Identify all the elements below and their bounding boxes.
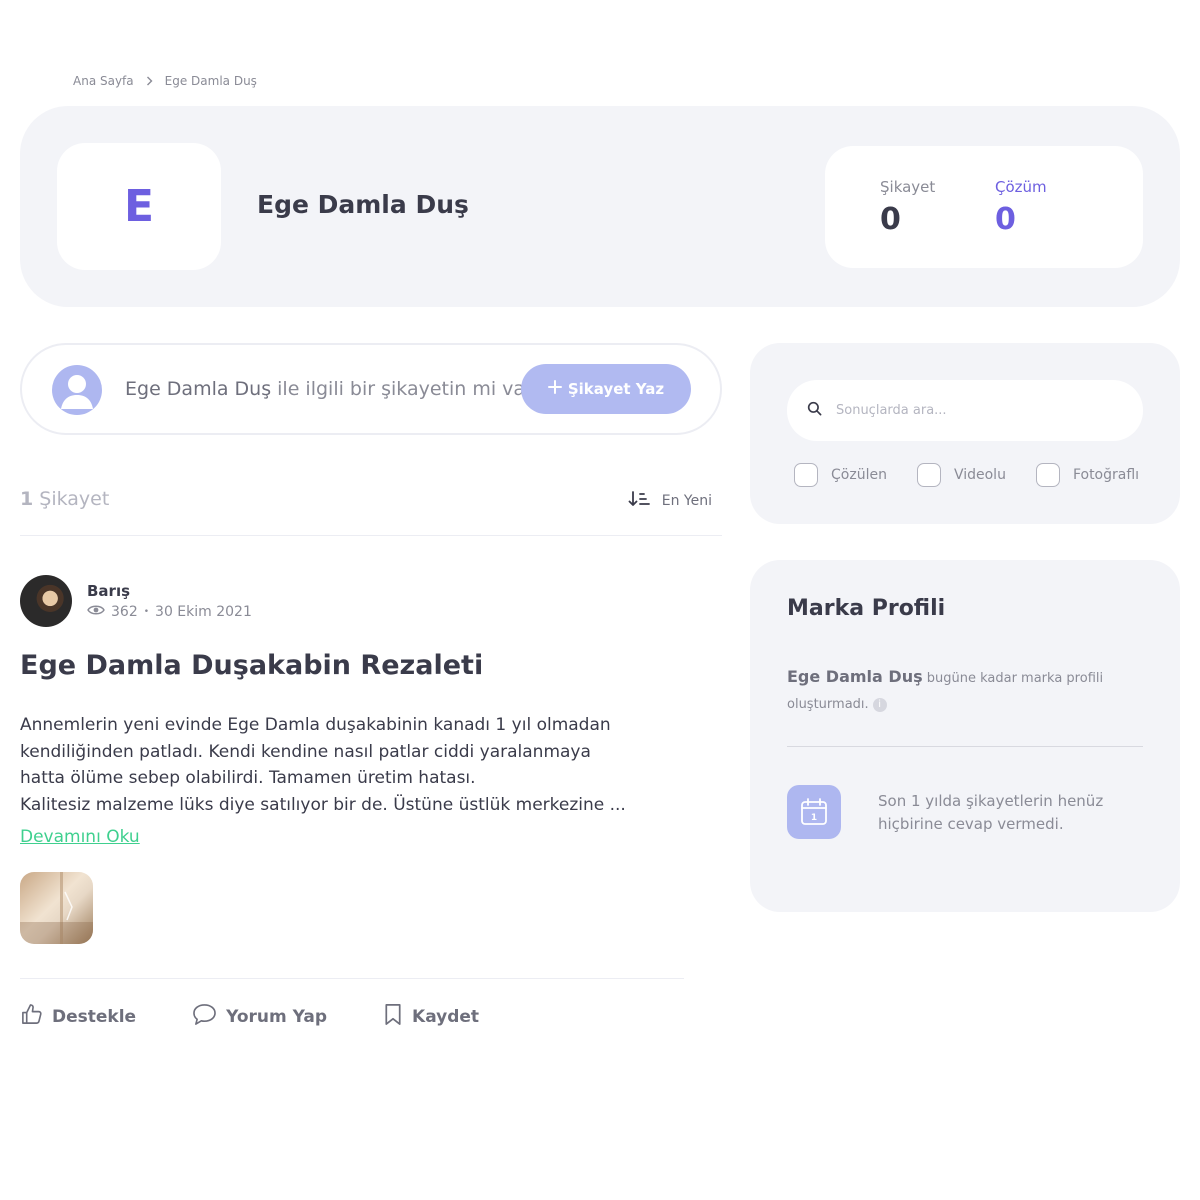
brand-logo: E bbox=[57, 143, 221, 270]
complaint-count: 1 Şikayet bbox=[20, 488, 109, 510]
view-count: 362 bbox=[111, 604, 138, 620]
breadcrumb-current: Ege Damla Duş bbox=[164, 74, 257, 88]
comment-button[interactable]: Yorum Yap bbox=[192, 1003, 327, 1031]
brand-profile-card: Marka Profili Ege Damla Duş bugüne kadar… bbox=[750, 560, 1180, 912]
breadcrumb-home-link[interactable]: Ana Sayfa bbox=[73, 74, 134, 88]
plus-icon bbox=[547, 380, 562, 398]
author-avatar[interactable] bbox=[20, 575, 72, 627]
solution-stat-value: 0 bbox=[995, 202, 1016, 237]
complaint-count-label: Şikayet bbox=[33, 488, 110, 510]
complaint-stat[interactable]: Şikayet 0 bbox=[880, 178, 935, 237]
calendar-icon: 1 bbox=[787, 785, 841, 839]
brand-profile-title: Marka Profili bbox=[787, 596, 946, 621]
comment-icon bbox=[192, 1003, 217, 1031]
filter-resolved-checkbox[interactable] bbox=[794, 463, 818, 487]
post-author: Barış 362 • 30 Ekim 2021 bbox=[20, 575, 252, 627]
eye-icon bbox=[87, 604, 105, 620]
post-body-line: Annemlerin yeni evinde Ege Damla duşakab… bbox=[20, 715, 611, 735]
write-complaint-brand: Ege Damla Duş bbox=[125, 378, 272, 400]
complaint-list-header: 1 Şikayet En Yeni bbox=[20, 488, 722, 536]
complaint-stat-value: 0 bbox=[880, 202, 901, 237]
solution-stat-label: Çözüm bbox=[995, 178, 1047, 196]
complaint-count-number: 1 bbox=[20, 488, 34, 510]
post-meta: 362 • 30 Ekim 2021 bbox=[87, 604, 252, 620]
brand-header: E Ege Damla Duş Şikayet 0 Çözüm 0 bbox=[20, 106, 1180, 307]
filter-group: Çözülen Videolu Fotoğraflı bbox=[794, 463, 1139, 487]
info-icon[interactable]: i bbox=[872, 697, 887, 712]
save-button[interactable]: Kaydet bbox=[383, 1003, 479, 1031]
brand-profile-note: Ege Damla Duş bugüne kadar marka profili… bbox=[787, 664, 1117, 718]
post-divider bbox=[20, 978, 684, 979]
brand-profile-brand: Ege Damla Duş bbox=[787, 667, 923, 686]
author-name[interactable]: Barış bbox=[87, 582, 252, 600]
read-more-link[interactable]: Devamını Oku bbox=[20, 827, 140, 847]
filter-photo[interactable]: Fotoğraflı bbox=[1035, 463, 1140, 487]
filter-video-label: Videolu bbox=[953, 467, 1006, 483]
solution-stat[interactable]: Çözüm 0 bbox=[995, 178, 1047, 237]
sort-label: En Yeni bbox=[661, 493, 712, 509]
thumbs-up-icon bbox=[20, 1003, 43, 1031]
filter-resolved-label: Çözülen bbox=[831, 467, 887, 483]
author-meta: Barış 362 • 30 Ekim 2021 bbox=[87, 582, 252, 620]
filter-photo-checkbox[interactable] bbox=[1035, 463, 1060, 487]
post-date: 30 Ekim 2021 bbox=[155, 604, 252, 620]
write-complaint-question: ile ilgili bir şikayetin mi var? bbox=[271, 378, 543, 400]
filter-video[interactable]: Videolu bbox=[916, 463, 1006, 487]
filter-video-checkbox[interactable] bbox=[916, 463, 941, 487]
post-body: Annemlerin yeni evinde Ege Damla duşakab… bbox=[20, 712, 640, 818]
post-title[interactable]: Ege Damla Duşakabin Rezaleti bbox=[20, 650, 483, 681]
breadcrumb: Ana Sayfa Ege Damla Duş bbox=[73, 74, 257, 88]
sort-icon bbox=[628, 490, 650, 512]
post-body-line: Kalitesiz malzeme lüks diye satılıyor bi… bbox=[20, 794, 626, 815]
write-complaint-button[interactable]: Şikayet Yaz bbox=[521, 364, 691, 414]
meta-separator: • bbox=[143, 607, 150, 617]
save-button-label: Kaydet bbox=[412, 1007, 480, 1027]
support-button[interactable]: Destekle bbox=[20, 1003, 136, 1031]
complaint-stat-label: Şikayet bbox=[880, 178, 936, 196]
support-button-label: Destekle bbox=[52, 1007, 137, 1027]
brand-stats: Şikayet 0 Çözüm 0 bbox=[825, 146, 1143, 268]
search-input[interactable] bbox=[836, 403, 1116, 418]
post-body-line: hatta ölüme sebep olabilirdi. Tamamen ür… bbox=[20, 768, 476, 788]
filter-resolved[interactable]: Çözülen bbox=[794, 463, 887, 487]
post-actions: Destekle Yorum Yap Kaydet bbox=[20, 1003, 535, 1031]
write-complaint-prompt: Ege Damla Duş ile ilgili bir şikayetin m… bbox=[125, 378, 543, 400]
post-body-line: kendiliğinden patladı. Kendi kendine nas… bbox=[20, 741, 591, 762]
filter-photo-label: Fotoğraflı bbox=[1072, 467, 1140, 483]
user-avatar-icon bbox=[52, 365, 102, 415]
response-status-text: Son 1 yılda şikayetlerin henüz hiçbirine… bbox=[878, 792, 1104, 833]
profile-divider bbox=[787, 746, 1143, 747]
calendar-day: 1 bbox=[811, 813, 817, 823]
post-photo-thumbnail[interactable] bbox=[20, 872, 93, 944]
chevron-right-icon bbox=[146, 76, 153, 86]
search-icon bbox=[807, 401, 822, 420]
sort-dropdown[interactable]: En Yeni bbox=[628, 490, 712, 512]
search-filter-card: Çözülen Videolu Fotoğraflı bbox=[750, 343, 1180, 524]
write-complaint-button-label: Şikayet Yaz bbox=[567, 380, 665, 398]
write-complaint-box[interactable]: Ege Damla Duş ile ilgili bir şikayetin m… bbox=[20, 343, 722, 435]
brand-title: Ege Damla Duş bbox=[257, 190, 469, 219]
comment-button-label: Yorum Yap bbox=[226, 1007, 328, 1027]
search-box[interactable] bbox=[787, 380, 1143, 441]
bookmark-icon bbox=[383, 1003, 403, 1031]
